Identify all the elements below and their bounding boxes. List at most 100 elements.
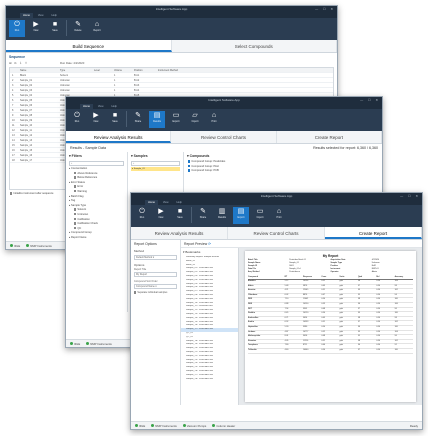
results-button[interactable]: ▥ Results <box>214 207 230 224</box>
run-button[interactable]: ⏻ Run <box>134 207 150 224</box>
delete-button[interactable]: ✎ Delete <box>70 20 86 37</box>
table-header-cell[interactable]: Level <box>92 68 112 72</box>
export-button[interactable]: ▭ Export <box>168 111 184 128</box>
compound-group-item[interactable]: Compound Group: PCB <box>184 169 382 174</box>
import-icon[interactable]: ⇩ <box>19 61 21 65</box>
doc-table-cell: 92 <box>394 344 397 347</box>
window1-controls[interactable]: — ☐ ✕ <box>315 6 335 13</box>
table-cell: 7 <box>12 104 14 107</box>
separate-samples-option[interactable]: Separate individual samples <box>131 290 180 295</box>
results-label: Results - Sample Data <box>70 146 106 150</box>
import-button[interactable]: ▭ Import <box>252 207 268 224</box>
table-header-cell[interactable] <box>10 68 18 72</box>
table-cell <box>92 88 112 92</box>
compound-sort-select[interactable]: Compound Name ▾ <box>134 284 177 289</box>
results-button[interactable]: ▤ Results <box>149 111 165 128</box>
table-header-cell[interactable]: Volume <box>112 68 132 72</box>
filter-search-input[interactable]: ⌕ <box>69 161 124 166</box>
tab-review-analysis-results[interactable]: Review Analysis Results <box>131 227 228 239</box>
print-button[interactable]: ⌂ Print <box>206 111 222 128</box>
bookmarks-title[interactable]: ▾ Bookmarks <box>181 248 238 256</box>
table-header-cell[interactable]: Instrument Method <box>156 68 226 72</box>
tab-build-sequence[interactable]: Build Sequence <box>6 40 172 52</box>
tab-create-report[interactable]: Create Report <box>277 131 382 143</box>
doc-table-cell: ppb <box>339 325 343 328</box>
ribbon-tab-help[interactable]: Help <box>109 104 120 109</box>
samples-highlight-row[interactable]: ▸ Sample_01 <box>131 167 180 171</box>
table-cell: Unknown <box>60 84 70 87</box>
edit-icon: ✎ <box>135 112 141 119</box>
doc-table-cell: 12045 <box>303 289 309 292</box>
doc-header-cell: Admin <box>371 271 378 273</box>
doc-table-header-cell: RT <box>284 276 288 278</box>
ribbon-tab-help[interactable]: Help <box>174 200 185 205</box>
window2-controls[interactable]: — ☐ ✕ <box>360 97 380 104</box>
refresh-icon[interactable]: ⟳ <box>208 242 211 246</box>
table-header-cell[interactable]: Type <box>58 68 92 72</box>
run-button[interactable]: ⏻ Run <box>9 20 25 37</box>
export-button[interactable]: ▤ Export <box>233 207 249 224</box>
share-button[interactable]: ✎ Share <box>130 111 146 128</box>
new-button[interactable]: ▶ New <box>153 207 169 224</box>
save-button[interactable]: ■ Save <box>47 20 63 37</box>
tab-review-control-charts[interactable]: Review Control Charts <box>228 227 325 239</box>
table-header-cell[interactable]: Name <box>18 68 58 72</box>
add-row-icon[interactable]: ⊞ <box>9 61 11 65</box>
doc-table-cell: 10333 <box>303 321 309 324</box>
samples-search-input[interactable]: ⌕ <box>131 161 180 166</box>
import-button[interactable]: ▱ Import <box>187 111 203 128</box>
doc-table-cell: ppb <box>339 339 343 342</box>
window3-controls[interactable]: — ☐ ✕ <box>400 193 420 200</box>
print-button[interactable]: ⌂ Print <box>271 207 287 224</box>
samples-title[interactable]: ▾ Samples <box>128 152 183 160</box>
save-button[interactable]: ■ Save <box>107 111 123 128</box>
tab-create-report[interactable]: Create Report <box>325 227 422 239</box>
bookmark-item[interactable]: Sample_28 / Pesticides Mix <box>181 378 238 382</box>
ribbon-tab-help[interactable]: Help <box>49 13 60 18</box>
doc-table-header-cell: Qual <box>357 276 363 278</box>
doc-table-cell: ppb <box>339 316 343 319</box>
ribbon-tab-view[interactable]: View <box>95 104 107 109</box>
doc-table-cell: 0.48 <box>321 307 326 310</box>
doc-table-cell: ppb <box>339 344 343 347</box>
doc-table-cell: 0.50 <box>321 298 326 301</box>
table-cell: 1 <box>114 74 116 77</box>
report-button[interactable]: ⌂ Report <box>89 20 105 37</box>
report-title-input[interactable]: My Report <box>134 272 177 277</box>
compounds-title[interactable]: ▾ Compounds <box>184 152 382 160</box>
run-button[interactable]: ⏻ Run <box>69 111 85 128</box>
method-select[interactable]: Default Method ▾ <box>134 255 177 260</box>
tab-select-compounds[interactable]: Select Compounds <box>172 40 337 52</box>
save-button[interactable]: ■ Save <box>172 207 188 224</box>
tab-review-analysis-results[interactable]: Review Analysis Results <box>66 131 172 143</box>
doc-table-cell: 0.50 <box>376 325 380 328</box>
ribbon-tab-view[interactable]: View <box>160 200 172 205</box>
ribbon-tab-home[interactable]: Home <box>20 13 33 18</box>
doc-table-cell: ppb <box>339 284 343 287</box>
preview-area: ▾ Bookmarks Summary Report: Sample Resul… <box>181 248 422 405</box>
doc-table-cell: 0.51 <box>321 289 326 292</box>
doc-table-cell: 0.50 <box>376 298 380 301</box>
tab-review-control-charts[interactable]: Review Control Charts <box>171 131 277 143</box>
ribbon-tab-home[interactable]: Home <box>145 200 158 205</box>
new-button[interactable]: ▶ New <box>28 20 44 37</box>
share-button[interactable]: ✎ Share <box>195 207 211 224</box>
ribbon-tab-home[interactable]: Home <box>80 104 93 109</box>
ribbon-tab-view[interactable]: View <box>35 13 47 18</box>
doc-header-cell: Operator <box>330 271 339 273</box>
doc-table-header-cell: Response <box>303 276 313 278</box>
copy-icon[interactable]: ⧉ <box>14 61 16 65</box>
ribbon-separator <box>66 20 67 36</box>
table-header-cell[interactable]: Position <box>132 68 156 72</box>
export-icon[interactable]: ⇧ <box>25 61 27 65</box>
doc-table-header-cell: Conc. <box>321 276 327 278</box>
doc-table-cell: 98 <box>357 339 361 342</box>
table-cell: B:A3 <box>134 84 140 87</box>
filters-title[interactable]: ▾ Filters <box>66 152 127 160</box>
doc-table-cell: ppb <box>339 335 343 338</box>
new-button[interactable]: ▶ New <box>88 111 104 128</box>
window1-title: Intelligent Software App <box>155 7 188 11</box>
table-cell: Sample_03 <box>20 89 33 92</box>
doc-table-cell: 5.12 <box>284 280 289 282</box>
filter-group[interactable]: ▸ Report Name <box>66 236 127 241</box>
